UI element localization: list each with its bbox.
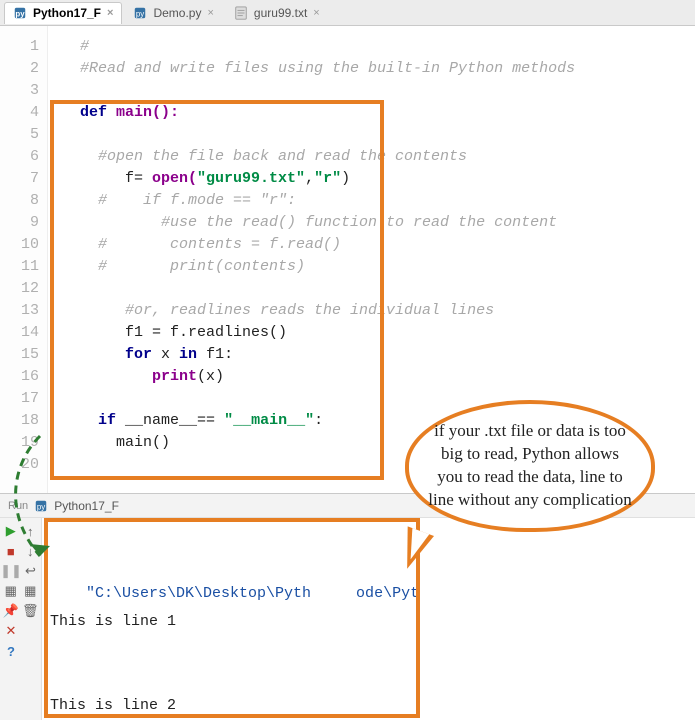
close-icon[interactable]: × <box>107 7 113 19</box>
close-run-button[interactable]: ✕ <box>2 622 20 640</box>
code-line[interactable]: #or, readlines reads the individual line… <box>80 300 685 322</box>
callout-text: if your .txt file or data is too big to … <box>428 421 632 509</box>
layout-button-2[interactable]: ▦ <box>22 582 40 600</box>
python-file-icon: py <box>13 6 27 20</box>
run-stop-button[interactable]: ■ <box>2 542 20 560</box>
run-play-button[interactable]: ▶ <box>2 522 20 540</box>
code-line[interactable]: #open the file back and read the content… <box>80 146 685 168</box>
tab-label: Python17_F <box>33 6 101 20</box>
run-output[interactable]: "C:\Users\DK\Desktop\Pyth ode\Pyt This i… <box>42 518 695 720</box>
code-line[interactable]: #Read and write files using the built-in… <box>80 58 685 80</box>
output-line: This is line 2 <box>50 692 687 720</box>
tab-label: guru99.txt <box>254 6 307 20</box>
code-line[interactable]: f1 = f.readlines() <box>80 322 685 344</box>
tab-guru99[interactable]: guru99.txt × <box>225 2 329 24</box>
output-line <box>50 664 687 692</box>
code-line[interactable]: def main(): <box>80 102 685 124</box>
close-icon[interactable]: × <box>207 7 213 19</box>
scroll-down-button[interactable]: ↓ <box>22 542 40 560</box>
editor-tabs: py Python17_F × py Demo.py × guru99.txt … <box>0 0 695 26</box>
code-line[interactable] <box>80 388 685 410</box>
tab-demo[interactable]: py Demo.py × <box>124 2 222 24</box>
code-line[interactable] <box>80 124 685 146</box>
code-line[interactable]: # print(contents) <box>80 256 685 278</box>
code-line[interactable] <box>80 278 685 300</box>
help-button[interactable]: ? <box>2 642 20 660</box>
svg-text:py: py <box>136 10 144 19</box>
python-file-icon: py <box>34 499 48 513</box>
trash-button[interactable]: 🗑 <box>22 602 40 620</box>
line-number-gutter: 1234567891011121314151617181920 <box>0 26 48 493</box>
scroll-up-button[interactable]: ↑ <box>22 522 40 540</box>
pin-button[interactable]: 📌 <box>2 602 20 620</box>
code-line[interactable]: # if f.mode == "r": <box>80 190 685 212</box>
layout-button[interactable]: ▦ <box>2 582 20 600</box>
svg-text:py: py <box>37 502 45 511</box>
annotation-callout: if your .txt file or data is too big to … <box>405 400 655 532</box>
tab-python17[interactable]: py Python17_F × <box>4 2 122 24</box>
output-line <box>50 636 687 664</box>
run-toolbar: ▶ ↑ ■ ↓ ❚❚ ↩ ▦ ▦ 📌 🗑 ✕ ? <box>0 518 42 720</box>
run-panel-label: Run <box>8 500 28 512</box>
run-command-path: "C:\Users\DK\Desktop\Pyth ode\Pyt <box>86 585 419 602</box>
code-line[interactable]: print(x) <box>80 366 685 388</box>
code-line[interactable]: # contents = f.read() <box>80 234 685 256</box>
soft-wrap-button[interactable]: ↩ <box>22 562 39 580</box>
output-line: This is line 1 <box>50 608 687 636</box>
run-config-name: Python17_F <box>54 499 119 513</box>
run-pause-button[interactable]: ❚❚ <box>2 562 20 580</box>
tab-label: Demo.py <box>153 6 201 20</box>
code-line[interactable]: # <box>80 36 685 58</box>
code-line[interactable]: f= open("guru99.txt","r") <box>80 168 685 190</box>
code-line[interactable]: #use the read() function to read the con… <box>80 212 685 234</box>
svg-text:py: py <box>15 10 25 19</box>
close-icon[interactable]: × <box>313 7 319 19</box>
code-line[interactable]: for x in f1: <box>80 344 685 366</box>
text-file-icon <box>234 6 248 20</box>
code-line[interactable] <box>80 80 685 102</box>
python-file-icon: py <box>133 6 147 20</box>
